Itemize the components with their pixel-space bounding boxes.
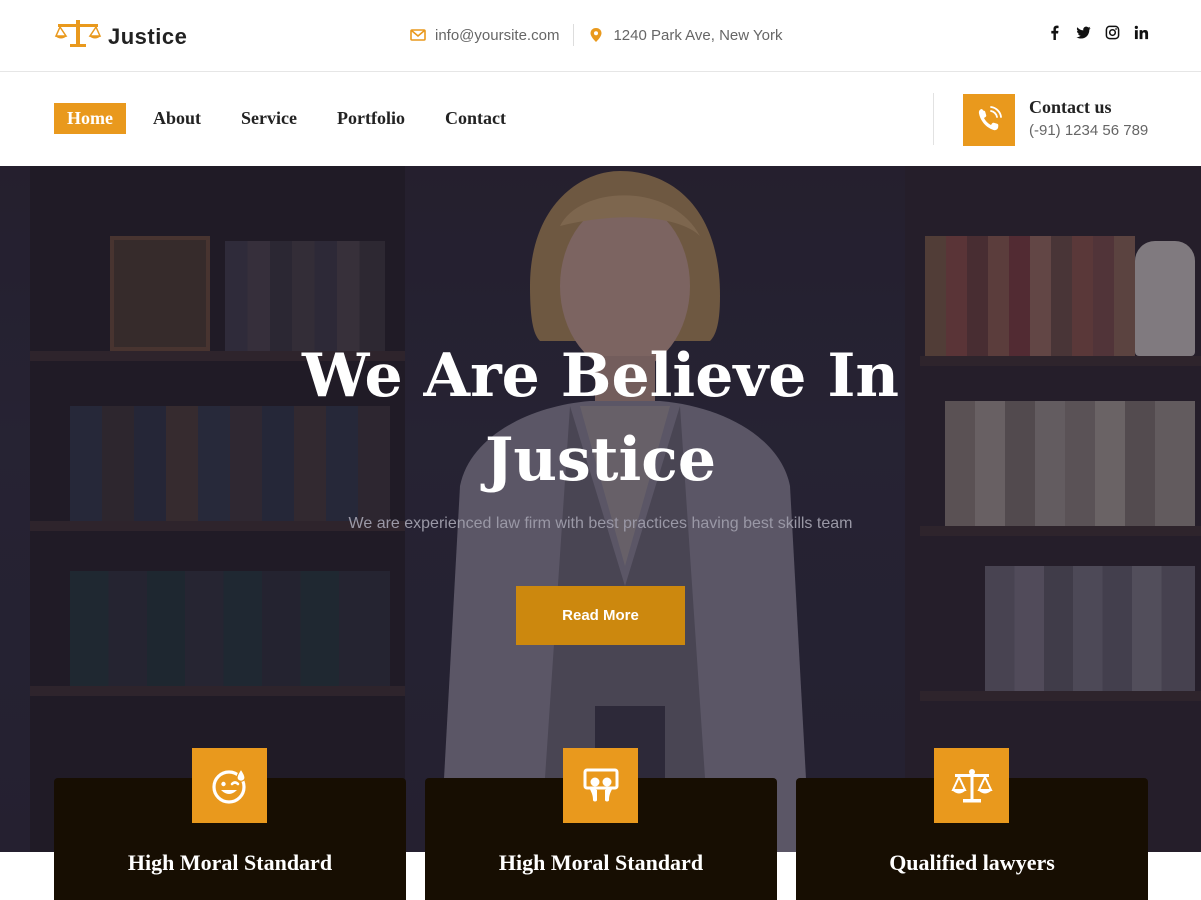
top-bar: Justice info@yoursite.com 1240 Park Ave,… <box>0 0 1201 72</box>
envelope-icon <box>410 29 426 41</box>
contact-info: info@yoursite.com 1240 Park Ave, New Yor… <box>410 24 782 46</box>
hero-title-line2: Justice <box>484 425 716 495</box>
contact-us-block: Contact us (-91) 1234 56 789 <box>1029 97 1148 139</box>
instagram-icon[interactable] <box>1105 25 1120 40</box>
main-menu: Home About Service Portfolio Contact <box>54 103 546 134</box>
feature-card[interactable]: High Moral Standard <box>54 748 406 900</box>
facebook-icon[interactable] <box>1047 25 1062 40</box>
brand-name: Justice <box>108 24 188 49</box>
feature-title: Qualified lawyers <box>889 850 1055 875</box>
slideshare-icon <box>583 768 618 801</box>
smile-icon <box>211 767 246 804</box>
map-marker-icon <box>590 28 602 42</box>
hero-subtitle: We are experienced law firm with best pr… <box>348 515 853 532</box>
scales-icon <box>54 20 102 47</box>
address-text: 1240 Park Ave, New York <box>613 26 783 44</box>
twitter-icon[interactable] <box>1076 25 1091 40</box>
email-item[interactable]: info@yoursite.com <box>410 27 559 44</box>
read-more-button[interactable]: Read More <box>516 586 685 645</box>
nav-item-about[interactable]: About <box>153 108 201 129</box>
feature-icon-box <box>934 748 1009 823</box>
phone-button[interactable] <box>963 94 1015 146</box>
balance-scale-icon <box>950 768 993 802</box>
contact-us-title: Contact us <box>1029 97 1112 117</box>
divider <box>933 93 934 145</box>
main-navbar: Home About Service Portfolio Contact Con… <box>0 72 1201 166</box>
linkedin-icon[interactable] <box>1134 25 1149 40</box>
feature-icon-box <box>563 748 638 823</box>
email-text: info@yoursite.com <box>435 26 560 44</box>
nav-item-service[interactable]: Service <box>241 108 297 129</box>
hero-title: We Are Believe In Justice <box>0 334 1201 502</box>
nav-item-portfolio[interactable]: Portfolio <box>337 108 405 129</box>
feature-icon-box <box>192 748 267 823</box>
divider <box>573 24 575 46</box>
feature-title: High Moral Standard <box>498 850 704 875</box>
contact-phone[interactable]: (-91) 1234 56 789 <box>1029 122 1148 139</box>
social-links <box>1047 25 1149 40</box>
feature-title: High Moral Standard <box>127 850 333 875</box>
feature-card[interactable]: Qualified lawyers <box>796 748 1148 900</box>
feature-card[interactable]: High Moral Standard <box>425 748 777 900</box>
hero-title-line1: We Are Believe In <box>301 341 900 411</box>
nav-item-contact[interactable]: Contact <box>445 108 506 129</box>
brand-logo[interactable]: Justice <box>54 16 187 50</box>
phone-icon <box>978 106 1002 131</box>
address-item: 1240 Park Ave, New York <box>588 27 782 44</box>
nav-item-home[interactable]: Home <box>54 103 126 134</box>
